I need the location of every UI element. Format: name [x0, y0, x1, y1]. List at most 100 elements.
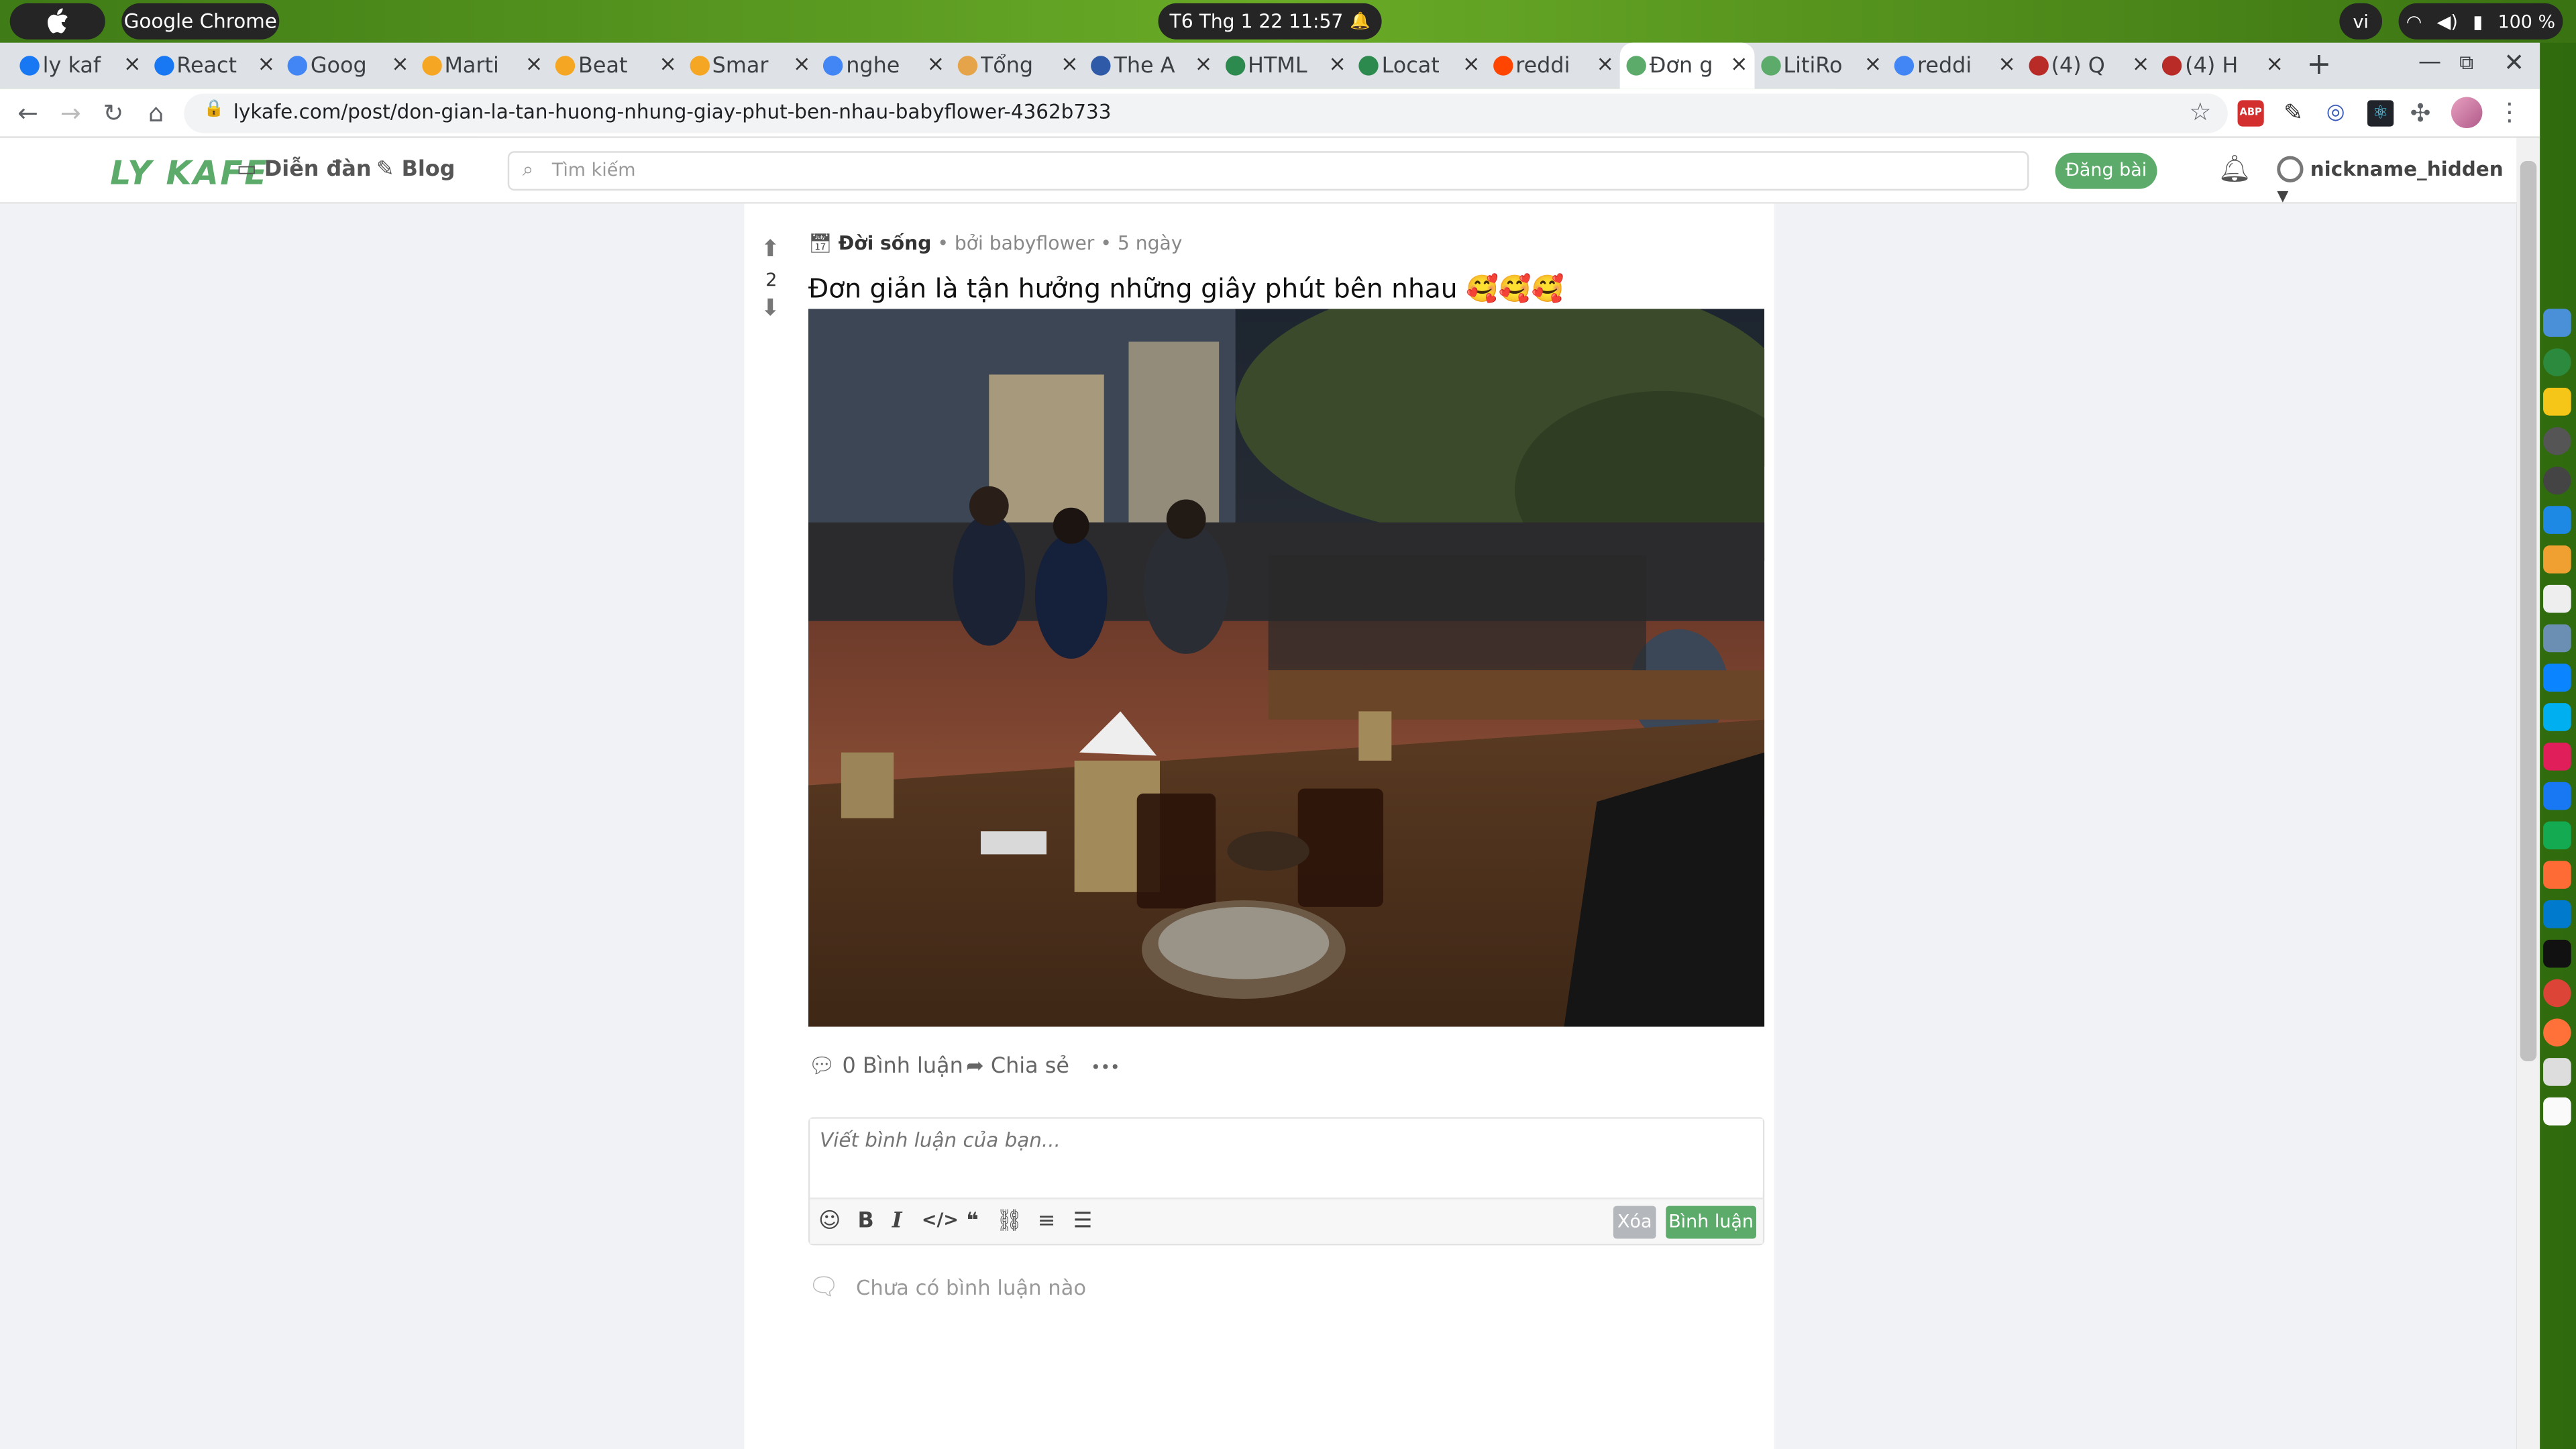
share-action[interactable]: ➦ Chia sẻ	[966, 1055, 1069, 1079]
dock-app-icon[interactable]	[2543, 348, 2571, 376]
search-box[interactable]: ⌕ Tìm kiếm	[507, 151, 2029, 191]
tab-close-icon[interactable]: ×	[257, 52, 275, 77]
input-language[interactable]: vi	[2339, 3, 2383, 40]
chrome-menu-icon[interactable]: ⋮	[2497, 97, 2522, 126]
bookmark-star-icon[interactable]: ☆	[2189, 97, 2211, 126]
clock[interactable]: T6 Thg 1 22 11:57 🔔	[1158, 3, 1382, 40]
restore-button[interactable]: ⧉	[2459, 51, 2473, 76]
dock-slack-icon[interactable]	[2543, 742, 2571, 771]
dock-finder-icon[interactable]	[2543, 309, 2571, 337]
dock-tool-icon[interactable]	[2543, 545, 2571, 574]
downvote-icon[interactable]: ⬇	[761, 296, 780, 322]
browser-tab[interactable]: React ×	[147, 43, 282, 89]
dock-preview-icon[interactable]	[2543, 624, 2571, 653]
link-icon[interactable]: ⛓	[996, 1209, 1022, 1234]
submit-comment-button[interactable]: Bình luận	[1666, 1205, 1756, 1239]
browser-tab[interactable]: reddi ×	[1486, 43, 1621, 89]
tab-close-icon[interactable]: ×	[1730, 52, 1748, 77]
tab-close-icon[interactable]: ×	[1864, 52, 1882, 77]
tab-close-icon[interactable]: ×	[2265, 52, 2284, 77]
code-icon[interactable]: </>	[922, 1209, 959, 1230]
ordered-list-icon[interactable]: ≡	[1033, 1209, 1059, 1234]
browser-tab[interactable]: ly kaf ×	[13, 43, 148, 89]
dock-postman-icon[interactable]	[2543, 861, 2571, 889]
tab-close-icon[interactable]: ×	[391, 52, 409, 77]
browser-tab[interactable]: LitiRo ×	[1754, 43, 1888, 89]
tab-close-icon[interactable]: ×	[793, 52, 811, 77]
browser-tab[interactable]: Tổng ×	[951, 43, 1085, 89]
tab-close-icon[interactable]: ×	[1061, 52, 1079, 77]
dock-trash-icon[interactable]	[2543, 1058, 2571, 1086]
scrollbar-thumb[interactable]	[2520, 161, 2537, 1062]
system-tray[interactable]: ◠ ◀) ▮ 100 %	[2398, 3, 2563, 40]
tab-close-icon[interactable]: ×	[1328, 52, 1346, 77]
tab-close-icon[interactable]: ×	[1998, 52, 2016, 77]
browser-tab[interactable]: Beat ×	[549, 43, 684, 89]
minimize-button[interactable]: —	[2418, 49, 2441, 75]
upvote-icon[interactable]: ⬆	[761, 237, 780, 263]
tab-close-icon[interactable]: ×	[2132, 52, 2150, 77]
extensions-puzzle-icon[interactable]: ✣	[2410, 99, 2431, 128]
dock-files-icon[interactable]	[2543, 663, 2571, 692]
nav-blog[interactable]: ✎ Blog	[376, 158, 455, 182]
tab-close-icon[interactable]: ×	[1596, 52, 1614, 77]
apple-menu-icon[interactable]	[9, 3, 105, 40]
tab-close-icon[interactable]: ×	[659, 52, 677, 77]
bullet-list-icon[interactable]: ☰	[1069, 1209, 1095, 1234]
tab-close-icon[interactable]: ×	[123, 52, 142, 77]
bold-icon[interactable]: B	[853, 1209, 879, 1234]
dock-firefox-icon[interactable]	[2543, 1018, 2571, 1047]
tab-close-icon[interactable]: ×	[1462, 52, 1481, 77]
forward-icon[interactable]: →	[56, 99, 85, 128]
user-menu[interactable]: nickname_hidden ▼	[2277, 156, 2517, 205]
dock-notes-icon[interactable]	[2543, 584, 2571, 613]
extension-owl-icon[interactable]: ◎	[2326, 100, 2353, 126]
comment-input[interactable]	[810, 1118, 1763, 1195]
browser-tab[interactable]: Smar ×	[683, 43, 818, 89]
dock-vscode-icon[interactable]	[2543, 900, 2571, 928]
dock-terminal-icon[interactable]	[2543, 939, 2571, 968]
dock-chrome-icon[interactable]	[2543, 979, 2571, 1008]
nav-forum[interactable]: ▭ Diễn đàn	[237, 158, 372, 182]
more-options-button[interactable]: •••	[1091, 1060, 1120, 1078]
browser-tab[interactable]: Goog ×	[281, 43, 416, 89]
comments-action[interactable]: 💬︎ 0 Bình luận	[808, 1055, 963, 1079]
browser-tab[interactable]: (4) Q ×	[2021, 43, 2156, 89]
browser-tab[interactable]: Đơn g ×	[1619, 42, 1755, 89]
new-tab-button[interactable]: +	[2306, 48, 2331, 82]
close-window-button[interactable]: ✕	[2504, 48, 2524, 77]
dock-leaf-icon[interactable]	[2543, 821, 2571, 850]
post-photo[interactable]	[808, 309, 1765, 1027]
extension-eyedropper-icon[interactable]: ✎	[2284, 100, 2310, 126]
address-bar[interactable]: 🔒 lykafe.com/post/don-gian-la-tan-huong-…	[184, 93, 2228, 133]
active-app-name[interactable]: Google Chrome	[121, 3, 280, 40]
post-category[interactable]: Đời sống	[839, 231, 932, 254]
vertical-scrollbar[interactable]	[2516, 138, 2540, 1449]
home-icon[interactable]: ⌂	[142, 99, 171, 128]
tab-close-icon[interactable]: ×	[525, 52, 543, 77]
browser-tab[interactable]: nghe ×	[816, 43, 951, 89]
browser-tab[interactable]: Marti ×	[415, 43, 549, 89]
emoji-icon[interactable]: ☺	[816, 1209, 843, 1234]
profile-avatar[interactable]	[2451, 97, 2483, 129]
browser-tab[interactable]: The A ×	[1084, 43, 1219, 89]
create-post-button[interactable]: Đăng bài	[2055, 152, 2157, 189]
dock-star-icon[interactable]	[2543, 387, 2571, 416]
bell-icon[interactable]: 🔔︎	[2218, 153, 2251, 184]
adblock-extension-icon[interactable]: ABP	[2237, 100, 2264, 127]
browser-tab[interactable]: reddi ×	[1888, 43, 2023, 89]
browser-tab[interactable]: HTML ×	[1218, 43, 1353, 89]
tab-close-icon[interactable]: ×	[926, 52, 945, 77]
back-icon[interactable]: ←	[13, 99, 43, 128]
dock-settings-icon[interactable]	[2543, 427, 2571, 455]
clear-button[interactable]: Xóa	[1613, 1205, 1656, 1239]
tab-close-icon[interactable]: ×	[1195, 52, 1213, 77]
quote-icon[interactable]: ❝	[959, 1209, 985, 1234]
reload-icon[interactable]: ↻	[99, 99, 128, 128]
browser-tab[interactable]: (4) H ×	[2155, 43, 2290, 89]
dock-appstore-icon[interactable]	[2543, 506, 2571, 534]
dock-settings2-icon[interactable]	[2543, 466, 2571, 495]
italic-icon[interactable]: I	[884, 1209, 910, 1234]
extension-react-icon[interactable]: ⚛	[2367, 100, 2394, 127]
dock-skype-icon[interactable]	[2543, 703, 2571, 731]
